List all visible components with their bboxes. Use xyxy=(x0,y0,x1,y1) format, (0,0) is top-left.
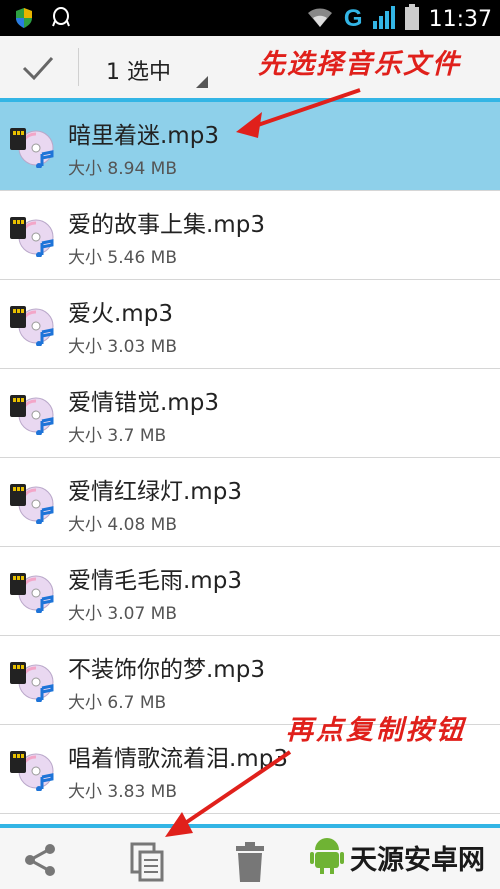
file-size: 大小 4.08 MB xyxy=(68,515,177,535)
list-item[interactable]: 爱情红绿灯.mp3 大小 4.08 MB xyxy=(0,458,500,547)
file-name: 暗里着迷.mp3 xyxy=(68,123,219,149)
music-file-icon xyxy=(10,304,58,347)
file-size: 大小 5.46 MB xyxy=(68,248,177,268)
file-size: 大小 3.07 MB xyxy=(68,604,177,624)
dropdown-icon[interactable] xyxy=(196,76,208,88)
file-size: 大小 6.7 MB xyxy=(68,693,167,713)
file-size: 大小 3.7 MB xyxy=(68,426,167,446)
battery-icon xyxy=(404,4,419,34)
music-file-icon xyxy=(10,482,58,525)
status-bar: G 11:37 xyxy=(0,0,500,36)
network-type: G xyxy=(343,5,363,32)
file-name: 唱着情歌流着泪.mp3 xyxy=(68,746,288,772)
file-size: 大小 3.03 MB xyxy=(68,337,177,357)
annotation-click-copy: 再点复制按钮 xyxy=(286,715,466,746)
music-file-icon xyxy=(10,393,58,436)
clock: 11:37 xyxy=(428,6,492,32)
divider xyxy=(78,48,79,86)
file-name: 爱情红绿灯.mp3 xyxy=(68,479,242,505)
music-file-icon xyxy=(10,660,58,703)
qq-penguin-icon xyxy=(52,7,70,33)
file-name: 爱火.mp3 xyxy=(68,301,173,327)
music-file-icon xyxy=(10,571,58,614)
list-item[interactable]: 暗里着迷.mp3 大小 8.94 MB xyxy=(0,102,500,191)
watermark-logo: 天源安卓网 xyxy=(310,836,485,878)
share-icon[interactable] xyxy=(20,840,68,884)
file-name: 爱的故事上集.mp3 xyxy=(68,212,265,238)
wifi-icon xyxy=(306,5,334,33)
file-size: 大小 3.83 MB xyxy=(68,782,177,802)
music-file-icon xyxy=(10,749,58,792)
android-logo-icon xyxy=(310,836,344,878)
delete-icon[interactable] xyxy=(232,840,280,884)
selection-count-label[interactable]: 1 选中 xyxy=(106,54,171,86)
file-size: 大小 8.94 MB xyxy=(68,159,177,179)
music-file-icon xyxy=(10,126,58,169)
list-item[interactable]: 爱的故事上集.mp3 大小 5.46 MB xyxy=(0,191,500,280)
shield-icon xyxy=(14,7,34,33)
check-icon[interactable] xyxy=(18,48,58,88)
list-item[interactable]: 爱火.mp3 大小 3.03 MB xyxy=(0,280,500,369)
annotation-select-file: 先选择音乐文件 xyxy=(258,49,461,80)
list-item[interactable]: 爱情毛毛雨.mp3 大小 3.07 MB xyxy=(0,547,500,636)
list-item[interactable]: 爱情错觉.mp3 大小 3.7 MB xyxy=(0,369,500,458)
file-name: 不装饰你的梦.mp3 xyxy=(68,657,265,683)
copy-icon[interactable] xyxy=(128,840,176,884)
signal-icon xyxy=(372,5,395,33)
music-file-icon xyxy=(10,215,58,258)
watermark-text: 天源安卓网 xyxy=(350,844,485,876)
file-name: 爱情错觉.mp3 xyxy=(68,390,219,416)
file-name: 爱情毛毛雨.mp3 xyxy=(68,568,242,594)
